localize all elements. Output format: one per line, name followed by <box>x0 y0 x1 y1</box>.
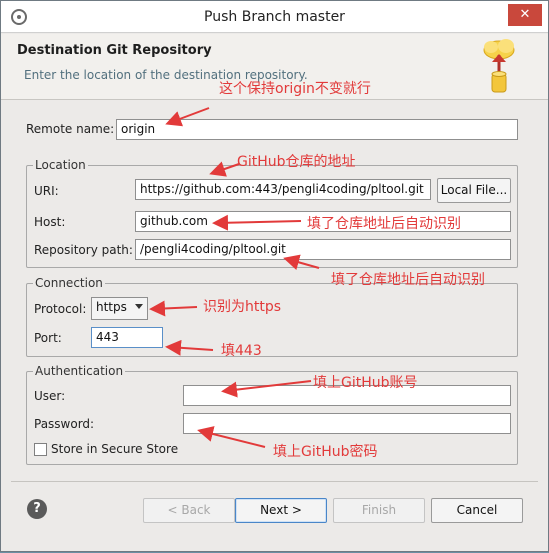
footer-separator <box>11 481 538 482</box>
next-button[interactable]: Next > <box>235 498 327 523</box>
protocol-label: Protocol: <box>34 302 87 316</box>
repository-path-input[interactable]: /pengli4coding/pltool.git <box>135 239 511 260</box>
host-label: Host: <box>34 215 66 229</box>
protocol-select[interactable]: https <box>91 297 148 320</box>
back-button[interactable]: < Back <box>143 498 235 523</box>
finish-button[interactable]: Finish <box>333 498 425 523</box>
git-repository-icon <box>483 39 515 93</box>
annotation-uri: GitHub仓库的地址 <box>237 154 356 170</box>
chevron-down-icon <box>135 304 143 309</box>
remote-name-label: Remote name: <box>26 122 115 136</box>
uri-label: URI: <box>34 184 59 198</box>
repository-path-label: Repository path: <box>34 243 133 257</box>
local-file-button[interactable]: Local File... <box>437 178 511 203</box>
title-bar: Push Branch master ✕ <box>1 1 548 33</box>
annotation-password: 填上GitHub密码 <box>273 444 378 460</box>
port-input[interactable]: 443 <box>91 327 163 348</box>
help-icon[interactable]: ? <box>27 499 47 519</box>
page-title: Destination Git Repository <box>17 43 212 58</box>
remote-name-input[interactable]: origin <box>116 119 518 140</box>
user-label: User: <box>34 389 66 403</box>
store-secure-checkbox[interactable] <box>34 443 47 456</box>
store-secure-label: Store in Secure Store <box>51 442 179 456</box>
annotation-repo-path: 填了仓库地址后自动识别 <box>331 272 485 288</box>
protocol-value: https <box>96 300 127 314</box>
close-button[interactable]: ✕ <box>508 4 542 26</box>
annotation-port: 填443 <box>221 343 262 359</box>
connection-legend: Connection <box>33 276 105 290</box>
push-branch-dialog: Push Branch master ✕ Destination Git Rep… <box>0 0 549 552</box>
port-label: Port: <box>34 331 62 345</box>
window-title: Push Branch master <box>204 9 345 25</box>
annotation-host: 填了仓库地址后自动识别 <box>307 216 461 232</box>
annotation-user: 填上GitHub账号 <box>313 375 418 391</box>
uri-input[interactable]: https://github.com:443/pengli4coding/plt… <box>135 179 431 200</box>
location-legend: Location <box>33 158 88 172</box>
annotation-remote: 这个保持origin不变就行 <box>219 81 371 97</box>
authentication-legend: Authentication <box>33 364 126 378</box>
annotation-protocol: 识别为https <box>203 299 282 315</box>
password-input[interactable] <box>183 413 511 434</box>
cancel-button[interactable]: Cancel <box>431 498 523 523</box>
password-label: Password: <box>34 417 95 431</box>
